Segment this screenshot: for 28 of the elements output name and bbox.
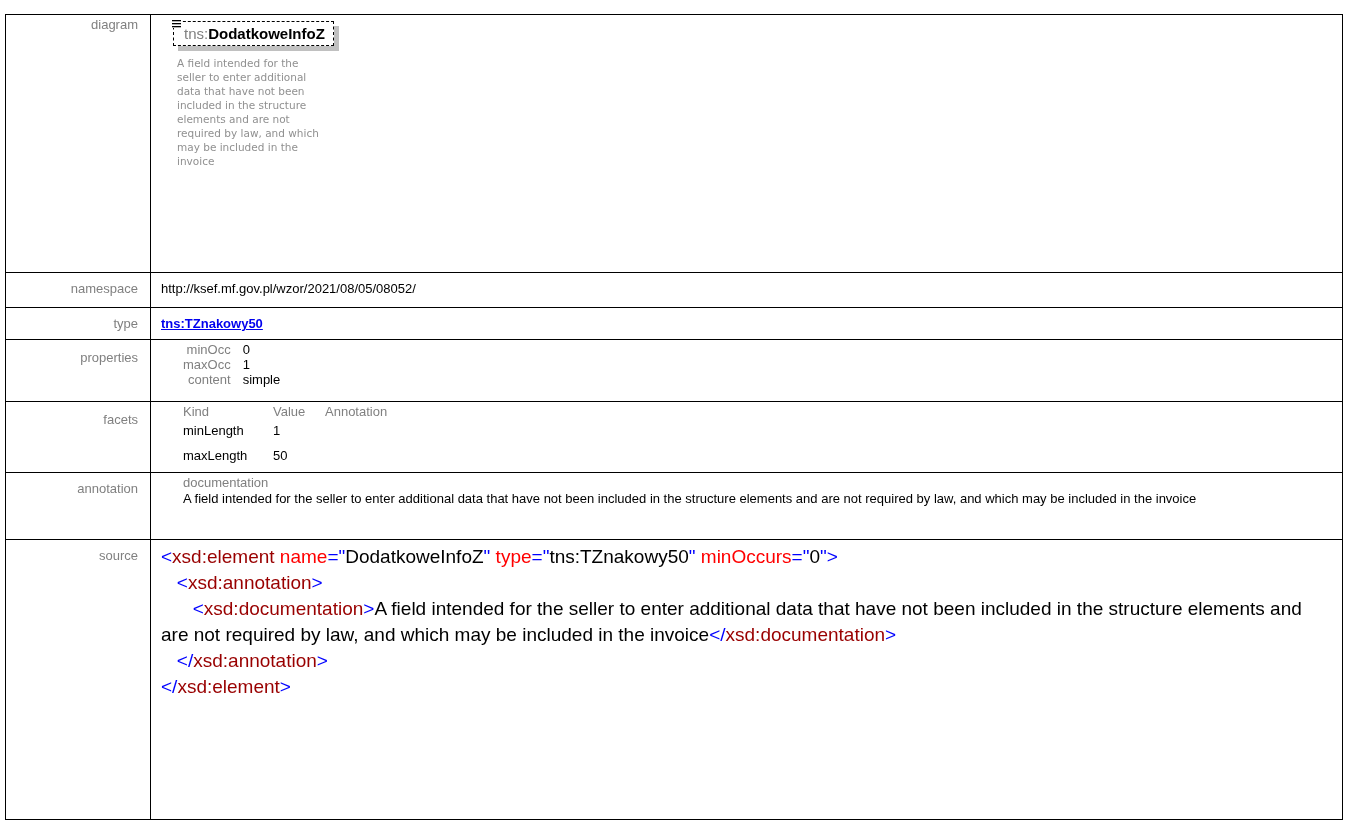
facet-value: 50 [273,448,289,463]
facet-column-header: Kind [183,404,211,419]
property-value: simple [242,372,281,387]
facet-kind: minLength [183,423,245,438]
facet-column-header: Annotation [325,404,388,419]
property-value: 0 [242,342,251,357]
type-link[interactable]: tns:TZnakowy50 [161,316,263,331]
source-code: <xsd:element name="DodatkoweInfoZ" type="tns:TZnakowy50" minOccurs="0"> <xsd:annotation> <xsd:documentation>A field intended for the seller to enter additional data that have not been included in the structure elements and are not required by law, and which may be included in the invoice</xsd:documentation> </xsd:annotation> </xsd:element> [161,545,1303,699]
row-label: facets [6,402,151,473]
row-label: namespace [6,273,151,308]
row-label: properties [6,340,151,402]
property-name: content [187,372,231,387]
row-label: diagram [6,15,151,273]
annotation-text: A field intended for the seller to enter additional data that have not been included in the structure elements and are not required by law, and which may be included in the invoice [183,491,1198,507]
row-label: type [6,308,151,340]
annotation-heading: documentation [183,475,270,491]
element-prefix: tns: [184,25,209,42]
namespace-value: http://ksef.mf.gov.pl/wzor/2021/08/05/08052/ [161,281,416,296]
element-description: A field intended for the seller to enter additional data that have not been included in the structure elements and are not required by law, and which may be included in the invoice [177,56,320,168]
element-name: DodatkoweInfoZ [208,25,325,42]
facet-kind: maxLength [183,448,249,463]
property-name: maxOcc [183,357,231,372]
row-label: annotation [6,473,151,540]
row-label: source [6,540,151,820]
property-name: minOcc [185,342,231,357]
facet-column-header: Value [273,404,307,419]
facet-value: 1 [273,423,282,438]
property-value: 1 [242,357,251,372]
